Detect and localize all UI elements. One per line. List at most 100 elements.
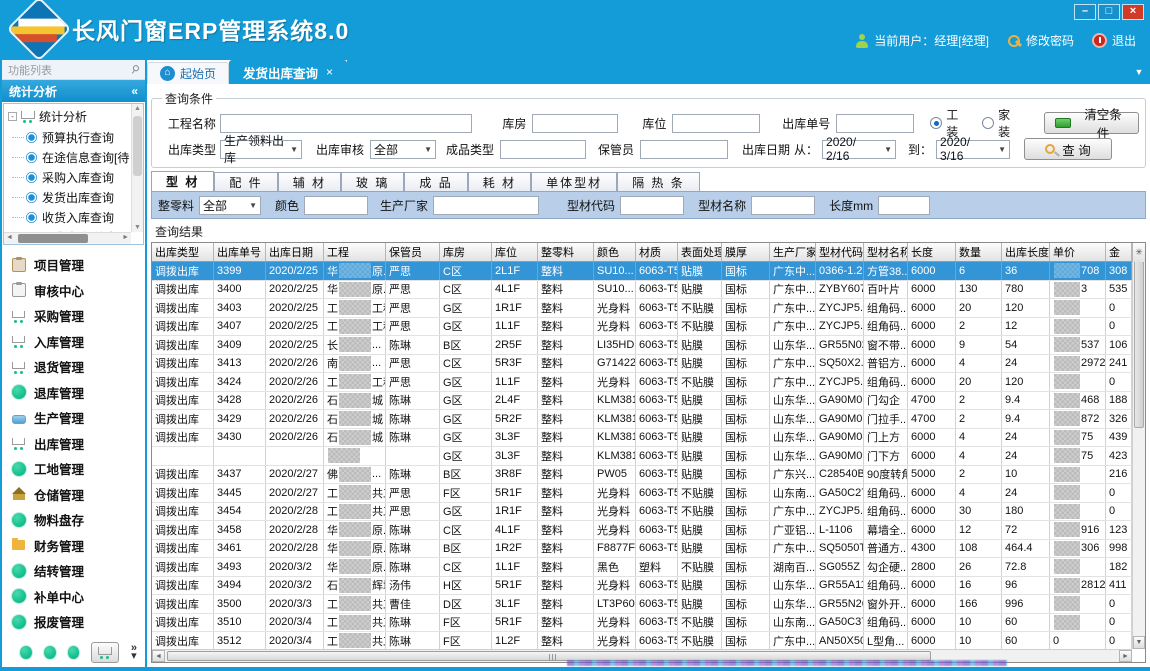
column-header-金[interactable]: 金 [1106,243,1132,261]
tree-item[interactable]: 采购入库查询 [4,167,131,187]
column-header-颜色[interactable]: 颜色 [594,243,636,261]
subtab-型材[interactable]: 型 材 [151,171,214,191]
order-no-input[interactable] [836,114,914,133]
keeper-input[interactable] [640,140,728,159]
cart-toolbar-button[interactable] [91,642,118,663]
warehouse-input[interactable] [532,114,618,133]
module-dot-icon[interactable] [44,646,56,659]
table-row[interactable]: 调拨出库35122020/3/4工共工程陈琳F区1L2F整料光身料6063-T5… [152,632,1132,651]
module-dot-icon[interactable] [68,646,80,659]
subtab-耗材[interactable]: 耗 材 [468,172,531,191]
sidebar-item-工地管理[interactable]: 工地管理 [12,456,145,482]
table-row[interactable]: 调拨出库34282020/2/26石城陈琳G区2L4F整料KLM38176063… [152,392,1132,411]
module-dot-icon[interactable] [20,646,32,659]
tree-item[interactable]: 在途信息查询[待 [4,147,131,167]
table-row[interactable]: 调拨出库34302020/2/26石城陈琳G区3L3F整料KLM38176063… [152,429,1132,448]
column-header-库房[interactable]: 库房 [440,243,492,261]
tree-expander-icon[interactable]: - [8,112,17,121]
logout-button[interactable]: 退出 [1092,32,1136,49]
column-header-库位[interactable]: 库位 [492,243,538,261]
scroll-up-icon[interactable]: ▲ [132,105,143,112]
column-header-整零料[interactable]: 整零料 [538,243,594,261]
color-input[interactable] [304,196,368,215]
scroll-right-icon[interactable]: ► [1119,650,1132,662]
subtab-辅材[interactable]: 辅 材 [278,172,341,191]
column-header-型材代码[interactable]: 型材代码 [816,243,864,261]
maximize-button[interactable]: □ [1098,4,1120,20]
overflow-chevron[interactable]: »▾ [131,644,137,660]
scroll-right-icon[interactable]: ► [122,234,129,241]
sidebar-item-补单中心[interactable]: 补单中心 [12,584,145,610]
table-row[interactable]: 调拨出库34242020/2/26工工程严思G区1L1F整料光身料6063-T5… [152,373,1132,392]
sidebar-section-header[interactable]: 统计分析 « [2,80,145,102]
column-header-型材名称[interactable]: 型材名称 [864,243,908,261]
table-row[interactable]: 调拨出库34002020/2/25华原...严思C区4L1F整料SU10...6… [152,281,1132,300]
column-header-长度[interactable]: 长度 [908,243,956,261]
sidebar-item-采购管理[interactable]: 采购管理 [12,303,145,329]
column-header-表面处理[interactable]: 表面处理 [678,243,722,261]
close-button[interactable]: × [1122,4,1144,20]
scroll-down-icon[interactable]: ▼ [132,224,143,231]
tab-home[interactable]: ⌂ 起始页 [147,62,229,84]
tab-close-icon[interactable]: × [326,65,333,79]
subtab-配件[interactable]: 配 件 [214,172,277,191]
minimize-button[interactable]: – [1074,4,1096,20]
subtab-单体型材[interactable]: 单体型材 [531,172,617,191]
scroll-left-icon[interactable]: ◄ [152,650,165,662]
tree-vertical-scrollbar[interactable]: ▲ ▼ [131,104,143,232]
tree-item[interactable]: 发货出库查询 [4,187,131,207]
sidebar-item-财务管理[interactable]: 财务管理 [12,533,145,559]
product-type-input[interactable] [500,140,586,159]
sidebar-item-结转管理[interactable]: 结转管理 [12,558,145,584]
length-input[interactable] [878,196,930,215]
column-header-出库长度[interactable]: 出库长度 [1002,243,1050,261]
date-from-select[interactable]: 2020/ 2/16▼ [822,140,896,159]
table-row[interactable]: 调拨出库34292020/2/26石城陈琳G区5R2F整料KLM38176063… [152,410,1132,429]
column-header-保管员[interactable]: 保管员 [386,243,440,261]
sidebar-item-仓储管理[interactable]: 仓储管理 [12,482,145,508]
table-row[interactable]: 调拨出库35002020/3/3工共工程曹佳D区3L1F整料LT3P606063… [152,595,1132,614]
table-row[interactable]: 调拨出库34932020/3/2华原...陈琳C区1L1F整料黑色塑料不贴膜国标… [152,558,1132,577]
sidebar-item-入库管理[interactable]: 入库管理 [12,329,145,355]
date-to-select[interactable]: 2020/ 3/16▼ [936,140,1010,159]
collapse-icon[interactable]: « [131,84,138,98]
scrollbar-thumb[interactable] [1134,258,1144,428]
subtab-玻璃[interactable]: 玻 璃 [341,172,404,191]
table-row[interactable]: 调拨出库34942020/3/2石辉城汤伟H区5R1F整料光身料6063-T5贴… [152,577,1132,596]
table-row[interactable]: 调拨出库34072020/2/25工工程严思G区1L1F整料光身料6063-T5… [152,318,1132,337]
column-header-出库单号[interactable]: 出库单号 [214,243,266,261]
out-type-select[interactable]: 生产领料出库▼ [220,140,302,159]
audit-select[interactable]: 全部▼ [370,140,436,159]
column-header-材质[interactable]: 材质 [636,243,678,261]
column-header-数量[interactable]: 数量 [956,243,1002,261]
table-row[interactable]: 调拨出库34372020/2/27佛...陈琳B区3R8F整料PW056063-… [152,466,1132,485]
tab-shipment-query[interactable]: 发货出库查询 × [229,60,347,84]
column-chooser-icon[interactable]: ✳ [1132,243,1145,262]
table-row[interactable]: 调拨出库34132020/2/26南...严思C区5R3F整料G71422606… [152,355,1132,374]
table-row[interactable]: 调拨出库34582020/2/28华原...陈琳C区4L1F整料光身料6063-… [152,521,1132,540]
sidebar-item-出库管理[interactable]: 出库管理 [12,431,145,457]
column-header-膜厚[interactable]: 膜厚 [722,243,770,261]
subtab-隔热条[interactable]: 隔 热 条 [617,172,700,191]
subtab-成品[interactable]: 成 品 [404,172,467,191]
project-name-input[interactable] [220,114,472,133]
table-row[interactable]: 调拨出库34032020/2/25工工程严思G区1R1F整料光身料6063-T5… [152,299,1132,318]
sidebar-item-报废管理[interactable]: 报废管理 [12,609,145,635]
column-header-出库日期[interactable]: 出库日期 [266,243,324,261]
table-row[interactable]: 调拨出库35102020/3/4工共工程陈琳F区5R1F整料光身料6063-T5… [152,614,1132,633]
sidebar-item-生产管理[interactable]: 生产管理 [12,405,145,431]
sidebar-item-项目管理[interactable]: 项目管理 [12,252,145,278]
name-input[interactable] [751,196,815,215]
maker-input[interactable] [433,196,539,215]
whole-select[interactable]: 全部▼ [199,196,261,215]
code-input[interactable] [620,196,684,215]
column-header-工程[interactable]: 工程 [324,243,386,261]
sidebar-item-审核中心[interactable]: 审核中心 [12,278,145,304]
scroll-down-icon[interactable]: ▼ [1133,636,1145,649]
table-row[interactable]: 调拨出库34452020/2/27工共工程严思F区5R1F整料光身料6063-T… [152,484,1132,503]
table-row[interactable]: 调拨出库33992020/2/25华原...严思C区2L1F整料SU10...6… [152,262,1132,281]
column-header-生产厂家[interactable]: 生产厂家 [770,243,816,261]
column-header-出库类型[interactable]: 出库类型 [152,243,214,261]
table-row[interactable]: 调拨出库34092020/2/25长...陈琳B区2R5F整料LI35HD606… [152,336,1132,355]
change-password-button[interactable]: 修改密码 [1007,32,1074,49]
